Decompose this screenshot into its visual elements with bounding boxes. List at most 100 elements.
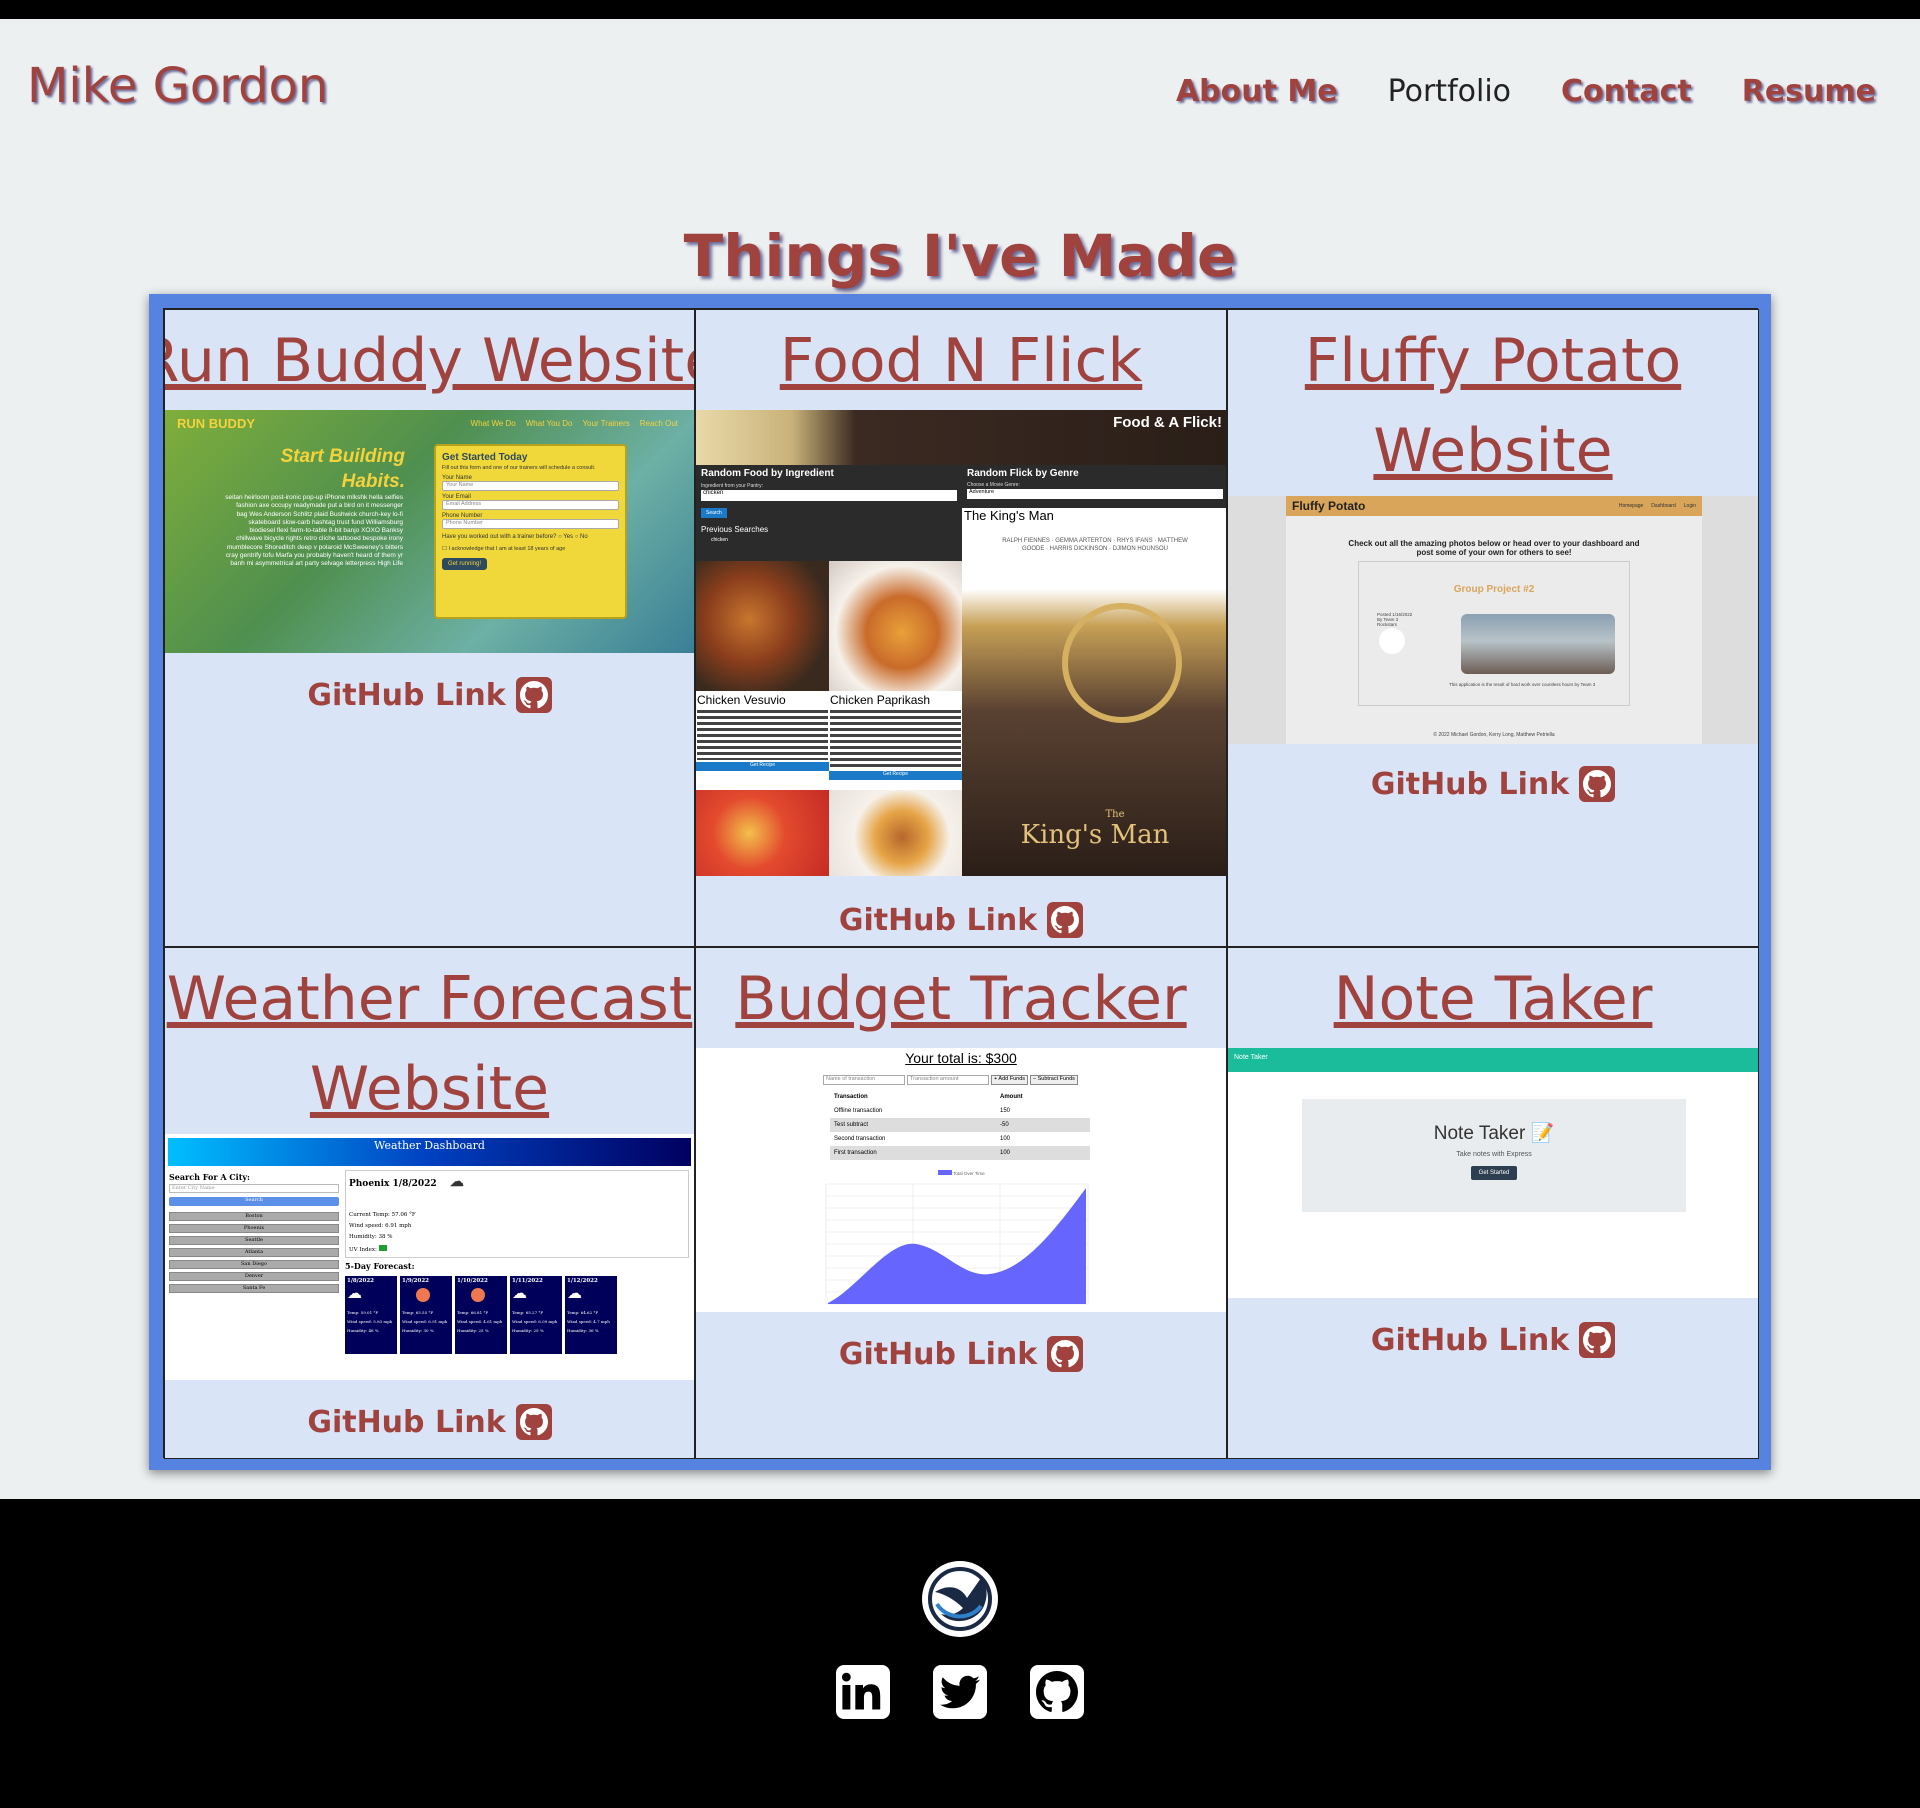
- github-link[interactable]: GitHub Link: [1370, 1322, 1616, 1358]
- table-row: Second transaction 100: [830, 1132, 1090, 1146]
- rb-form-title: Get Started Today: [442, 452, 528, 463]
- nt-jumbotron: Note Taker 📝 Take notes with Express Get…: [1302, 1099, 1686, 1212]
- rb-no: No: [580, 534, 588, 540]
- wx-day-card: 1/10/2022 Temp: 66.81 °F Wind speed: 4.6…: [455, 1276, 507, 1354]
- rb-headline-2: Habits.: [341, 471, 405, 492]
- wx-day-card: 1/11/2022 ☁ Temp: 65.27 °F Wind speed: 6…: [510, 1276, 562, 1354]
- wx-day-hum: Humidity: 29 %: [512, 1328, 544, 1333]
- wx-city-btn: Boston: [169, 1212, 339, 1221]
- nt-get-started: Get Started: [1470, 1166, 1518, 1180]
- cloud-icon: ☁: [512, 1284, 527, 1302]
- run-buddy-screenshot[interactable]: RUN BUDDY What We Do What You Do Your Tr…: [165, 410, 694, 653]
- rb-ack: ☐ I acknowledge that I am at least 18 ye…: [442, 546, 566, 552]
- project-title-link[interactable]: Food N Flick: [780, 316, 1143, 406]
- github-link[interactable]: GitHub Link: [1370, 766, 1616, 802]
- project-title-link[interactable]: Weather Forecast Website: [167, 954, 693, 1134]
- fp-caption: This application is the result of hard w…: [1449, 682, 1596, 687]
- github-link[interactable]: GitHub Link: [838, 902, 1084, 938]
- rb-form-sub: Fill out this form and one of our traine…: [442, 465, 596, 471]
- wx-day-temp: Temp: 66.81 °F: [457, 1310, 489, 1315]
- fp-intro: Check out all the amazing photos below o…: [1348, 539, 1640, 557]
- weather-screenshot[interactable]: Weather Dashboard Search For A City: Ent…: [165, 1134, 694, 1380]
- wx-day-card: 1/8/2022 ☁ Temp: 59.01 °F Wind speed: 5.…: [345, 1276, 397, 1354]
- github-link-label: GitHub Link: [838, 1336, 1038, 1372]
- wx-current-date: 1/8/2022: [392, 1179, 437, 1189]
- bt-cell-name: Second transaction: [834, 1136, 886, 1142]
- ff-food-panel: Random Food by Ingredient Ingredient fro…: [696, 465, 962, 561]
- fluffy-potato-screenshot[interactable]: Fluffy Potato Homepage Dashboard Login C…: [1228, 496, 1758, 744]
- wx-sidebar: Search For A City: Enter City Name Searc…: [169, 1172, 339, 1293]
- bt-table-header: Transaction Amount: [830, 1090, 1090, 1104]
- ff-food-img-2: [829, 561, 962, 691]
- note-taker-screenshot[interactable]: Note Taker Note Taker 📝 Take notes with …: [1228, 1048, 1758, 1298]
- fp-avatar: [1379, 628, 1405, 654]
- bt-total: Your total is: $300: [905, 1050, 1017, 1066]
- wx-search-input: Enter City Name: [169, 1184, 339, 1193]
- ff-poster-title: King's Man: [1020, 820, 1170, 850]
- nav-resume[interactable]: Resume: [1742, 74, 1876, 109]
- bt-form: Name of transaction Transaction amount +…: [823, 1075, 1078, 1085]
- ff-flick-panel: Random Flick by Genre Choose a Movie Gen…: [962, 465, 1226, 508]
- ff-recipe-2-btn: Get Recipe: [829, 771, 962, 780]
- nt-title-text: Note Taker: [1433, 1123, 1526, 1144]
- project-title-line-2: Website: [309, 1054, 550, 1124]
- rb-blurb: seitan heirloom post-ironic pop-up iPhon…: [225, 494, 403, 568]
- ff-search-btn: Search: [701, 508, 727, 518]
- github-link[interactable]: GitHub Link: [307, 1404, 552, 1440]
- ff-food-head: Random Food by Ingredient: [701, 468, 834, 479]
- github-link-label: GitHub Link: [1370, 766, 1570, 802]
- fp-nav-item: Homepage: [1618, 503, 1644, 509]
- bt-area: [828, 1188, 1086, 1304]
- bt-cell-name: First transaction: [834, 1150, 877, 1156]
- project-card-food-n-flick: Food N Flick Food & A Flick! Random Food…: [695, 309, 1227, 947]
- project-card-budget-tracker: Budget Tracker Your total is: $300 Name …: [695, 947, 1227, 1459]
- nav-about-me[interactable]: About Me: [1176, 74, 1338, 109]
- rb-brand: RUN BUDDY: [177, 416, 255, 431]
- project-title-link[interactable]: Fluffy Potato Website: [1305, 316, 1681, 496]
- cloud-icon: ☁: [347, 1284, 362, 1302]
- linkedin-icon[interactable]: [836, 1665, 890, 1719]
- bt-name-input: Name of transaction: [823, 1075, 905, 1085]
- rb-nav: What We Do What You Do Your Trainers Rea…: [471, 419, 678, 428]
- bt-table: Transaction Amount Offline transaction 1…: [830, 1090, 1090, 1160]
- project-card-weather-forecast: Weather Forecast Website Weather Dashboa…: [164, 947, 695, 1459]
- budget-tracker-screenshot[interactable]: Your total is: $300 Name of transaction …: [696, 1048, 1226, 1312]
- rb-ack-text: I acknowledge that I am at least 18 year…: [448, 546, 566, 552]
- project-title-link[interactable]: Note Taker: [1334, 954, 1653, 1044]
- food-n-flick-screenshot[interactable]: Food & A Flick! Random Food by Ingredien…: [696, 410, 1226, 876]
- bt-sub-btn: – Subtract Funds: [1030, 1075, 1078, 1085]
- project-card-note-taker: Note Taker Note Taker Note Taker 📝 Take …: [1227, 947, 1759, 1459]
- ff-recipe-2: Chicken Paprikash Get Recipe: [829, 691, 962, 780]
- wx-city-btn: Santa Fe: [169, 1284, 339, 1293]
- bt-legend-label: Total Over Time: [953, 1171, 985, 1176]
- ff-flick-label: Choose a Movie Genre:: [967, 482, 1020, 488]
- wx-current-city: Phoenix: [349, 1179, 390, 1189]
- github-icon[interactable]: [1030, 1665, 1084, 1719]
- nav-portfolio[interactable]: Portfolio: [1388, 74, 1511, 109]
- ff-recipe-1-title: Chicken Vesuvio: [697, 693, 786, 707]
- wx-city-btn: San Diego: [169, 1260, 339, 1269]
- bt-cell-name: Offline transaction: [834, 1108, 883, 1114]
- github-icon: [1047, 1336, 1084, 1372]
- github-link[interactable]: GitHub Link: [307, 677, 552, 713]
- project-title-link[interactable]: Run Buddy Website: [165, 316, 694, 406]
- bt-col-transaction: Transaction: [834, 1094, 868, 1100]
- ff-movie-title: The King's Man: [964, 508, 1054, 523]
- wx-day-wind: Wind speed: 6.09 mph: [512, 1319, 558, 1324]
- twitter-icon[interactable]: [933, 1665, 987, 1719]
- github-link-label: GitHub Link: [307, 1404, 506, 1440]
- ff-movie-panel: The King's Man RALPH FIENNES · GEMMA ART…: [962, 508, 1226, 876]
- github-link-label: GitHub Link: [1370, 1322, 1570, 1358]
- bt-cell-amount: -50: [1000, 1122, 1009, 1128]
- nav-contact[interactable]: Contact: [1561, 74, 1692, 109]
- footer: [0, 1499, 1920, 1808]
- github-link-label: GitHub Link: [838, 902, 1038, 938]
- cloud-icon: ☁: [449, 1174, 464, 1190]
- ff-food-img-1: [696, 561, 829, 691]
- site-title[interactable]: Mike Gordon: [27, 58, 328, 114]
- github-link[interactable]: GitHub Link: [838, 1336, 1084, 1372]
- project-title-link[interactable]: Budget Tracker: [735, 954, 1186, 1044]
- wx-city-btn: Atlanta: [169, 1248, 339, 1257]
- v-logo-icon[interactable]: [922, 1561, 998, 1637]
- fp-nav-item: Login: [1683, 503, 1696, 509]
